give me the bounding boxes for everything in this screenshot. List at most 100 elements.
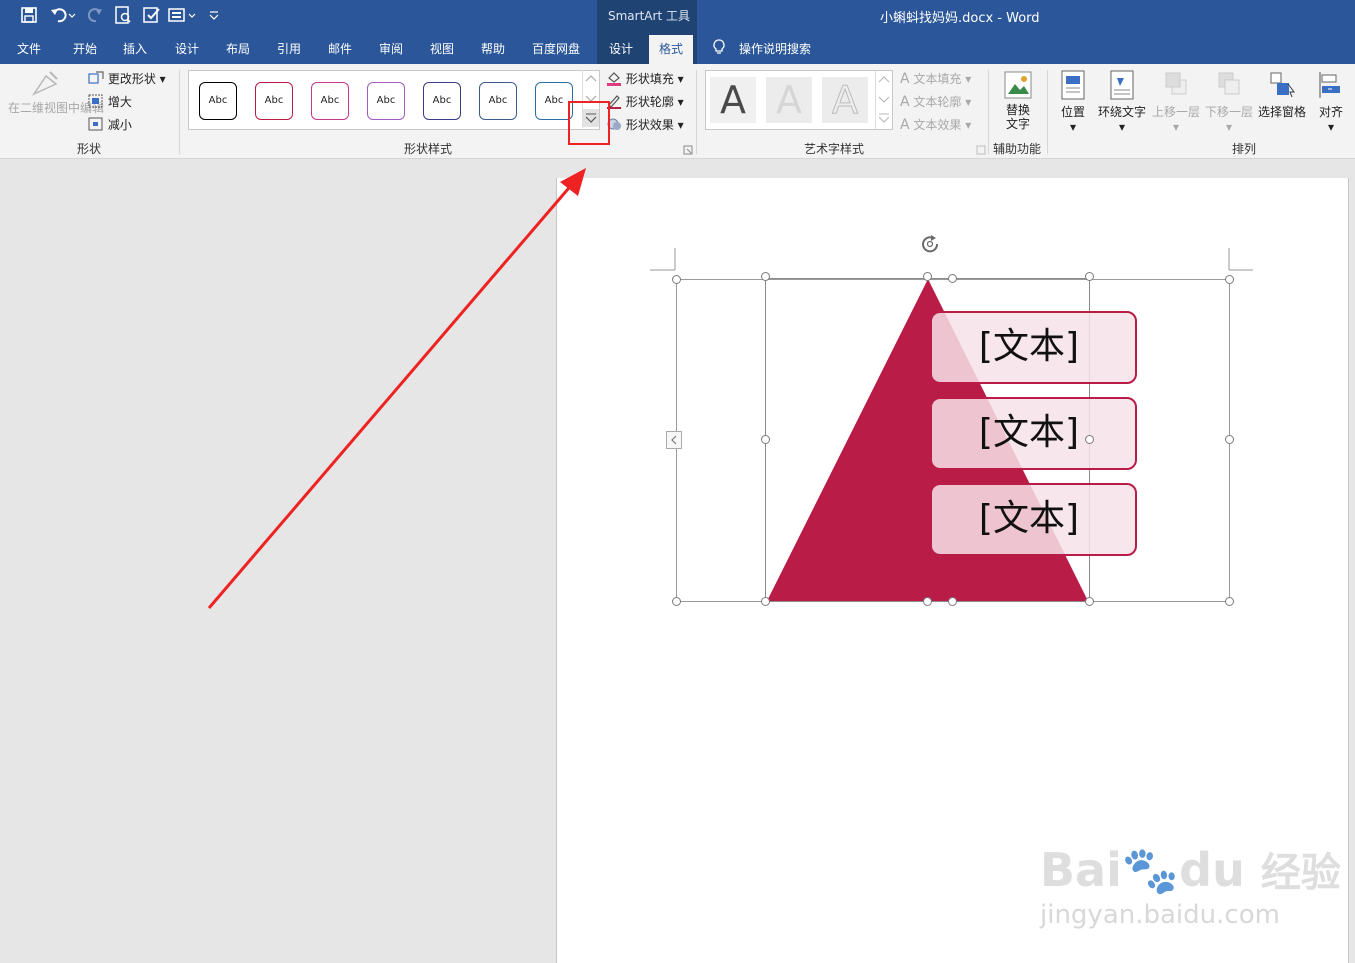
tab-insert[interactable]: 插入 — [123, 40, 147, 57]
position-button[interactable]: 位置 ▾ — [1060, 70, 1086, 134]
shape-style-preview[interactable]: Abc — [199, 82, 237, 120]
resize-handle[interactable] — [923, 272, 932, 281]
position-label: 位置 — [1060, 105, 1085, 119]
shape-outline-button[interactable]: 形状轮廓 ▾ — [606, 93, 684, 112]
shape-styles-group-label: 形状样式 — [404, 142, 453, 156]
smaller-button[interactable]: 减小 — [88, 116, 132, 134]
paw-icon: 🐾 — [1121, 843, 1180, 897]
text-pane-toggle[interactable] — [666, 431, 682, 449]
resize-handle[interactable] — [1085, 272, 1094, 281]
tab-baidu-netdisk[interactable]: 百度网盘 — [532, 40, 580, 57]
text-outline-icon: A — [900, 94, 910, 110]
watermark-brand-text: Bai — [1040, 843, 1122, 897]
resize-handle[interactable] — [1225, 597, 1234, 606]
tab-home[interactable]: 开始 — [73, 40, 97, 57]
shape-style-preview[interactable]: Abc — [255, 82, 293, 120]
tab-review[interactable]: 审阅 — [379, 40, 403, 57]
wordart-style-preview[interactable]: A — [766, 77, 812, 123]
arrange-group-label: 排列 — [1232, 142, 1257, 156]
smartart-text-item[interactable]: [文本] — [930, 397, 1137, 470]
smartart-text-item[interactable]: [文本] — [930, 311, 1137, 384]
larger-icon — [88, 94, 104, 111]
tab-mailings[interactable]: 邮件 — [328, 40, 352, 57]
separator — [179, 70, 180, 154]
print-layout-icon[interactable] — [168, 6, 198, 29]
edit-in-2d-button[interactable]: 在二维视图中编辑 — [8, 70, 104, 115]
text-effects-icon: A — [900, 117, 910, 133]
check-document-icon[interactable] — [142, 6, 162, 29]
smaller-label: 减小 — [107, 118, 132, 132]
dialog-launcher-icon[interactable] — [976, 144, 986, 158]
send-backward-button[interactable]: 下移一层 ▾ — [1205, 70, 1253, 134]
text-fill-button[interactable]: A 文本填充 ▾ — [900, 70, 971, 87]
tab-smartart-design[interactable]: 设计 — [609, 40, 633, 57]
resize-handle[interactable] — [1085, 597, 1094, 606]
text-effects-label: 文本效果 — [913, 118, 962, 132]
bring-forward-icon — [1162, 70, 1190, 103]
wrap-text-label: 环绕文字 — [1098, 105, 1147, 119]
resize-handle[interactable] — [672, 597, 681, 606]
resize-handle[interactable] — [948, 597, 957, 606]
tab-help[interactable]: 帮助 — [481, 40, 505, 57]
undo-icon[interactable] — [50, 6, 76, 29]
tab-format[interactable]: 格式 — [649, 35, 694, 64]
wordart-scroll[interactable] — [875, 71, 892, 129]
shape-fill-button[interactable]: 形状填充 ▾ — [606, 70, 684, 89]
tab-references[interactable]: 引用 — [277, 40, 301, 57]
alt-text-button[interactable]: 替换文字 — [998, 70, 1038, 131]
resize-handle[interactable] — [1225, 435, 1234, 444]
separator — [1047, 70, 1048, 154]
resize-handle[interactable] — [1225, 275, 1234, 284]
align-button[interactable]: 对齐 ▾ — [1318, 70, 1344, 134]
tab-layout[interactable]: 布局 — [226, 40, 250, 57]
shape-effects-button[interactable]: 形状效果 ▾ — [606, 116, 684, 135]
align-label: 对齐 — [1318, 105, 1343, 119]
text-effects-button[interactable]: A 文本效果 ▾ — [900, 116, 971, 133]
tab-file[interactable]: 文件 — [17, 40, 41, 57]
wordart-gallery: A A A — [705, 70, 893, 130]
change-shape-icon — [88, 71, 104, 88]
watermark-brand2-text: du — [1179, 843, 1245, 897]
resize-handle[interactable] — [948, 274, 957, 283]
customize-qat-icon[interactable] — [208, 6, 220, 29]
larger-button[interactable]: 增大 — [88, 93, 132, 111]
redo-icon[interactable] — [86, 6, 104, 29]
resize-handle[interactable] — [761, 597, 770, 606]
separator — [696, 70, 697, 154]
shape-style-preview[interactable]: Abc — [367, 82, 405, 120]
tab-view[interactable]: 视图 — [430, 40, 454, 57]
tell-me-search[interactable]: 操作说明搜索 — [739, 40, 811, 57]
alt-text-icon — [1003, 70, 1033, 103]
smartart-text-item[interactable]: [文本] — [930, 483, 1137, 556]
print-preview-icon[interactable] — [114, 6, 132, 29]
align-icon — [1318, 70, 1344, 103]
dialog-launcher-icon[interactable] — [683, 144, 693, 158]
resize-handle[interactable] — [761, 272, 770, 281]
change-shape-button[interactable]: 更改形状 ▾ — [88, 70, 166, 88]
shape-style-preview[interactable]: Abc — [479, 82, 517, 120]
rotate-handle-icon[interactable] — [918, 232, 942, 259]
watermark-cn-text: 经验 — [1260, 850, 1341, 896]
shape-style-preview[interactable]: Abc — [311, 82, 349, 120]
annotation-arrow — [207, 168, 586, 609]
resize-handle[interactable] — [923, 597, 932, 606]
resize-handle[interactable] — [672, 275, 681, 284]
resize-handle[interactable] — [1085, 435, 1094, 444]
wordart-group-label: 艺术字样式 — [804, 142, 865, 156]
wrap-text-button[interactable]: 环绕文字 ▾ — [1098, 70, 1146, 134]
text-outline-label: 文本轮廓 — [913, 95, 962, 109]
bring-forward-label: 上移一层 — [1152, 105, 1201, 119]
gallery-scroll-up[interactable] — [583, 70, 599, 88]
tab-design[interactable]: 设计 — [175, 40, 199, 57]
bring-forward-button[interactable]: 上移一层 ▾ — [1152, 70, 1200, 134]
wordart-style-preview[interactable]: A — [710, 77, 756, 123]
send-backward-label: 下移一层 — [1205, 105, 1254, 119]
shape-style-preview[interactable]: Abc — [423, 82, 461, 120]
wordart-style-preview[interactable]: A — [822, 77, 868, 123]
selection-pane-icon — [1268, 70, 1296, 103]
text-outline-button[interactable]: A 文本轮廓 ▾ — [900, 93, 971, 110]
separator — [988, 70, 989, 154]
selection-pane-button[interactable]: 选择窗格 — [1258, 70, 1306, 120]
save-icon[interactable] — [20, 6, 38, 29]
resize-handle[interactable] — [761, 435, 770, 444]
